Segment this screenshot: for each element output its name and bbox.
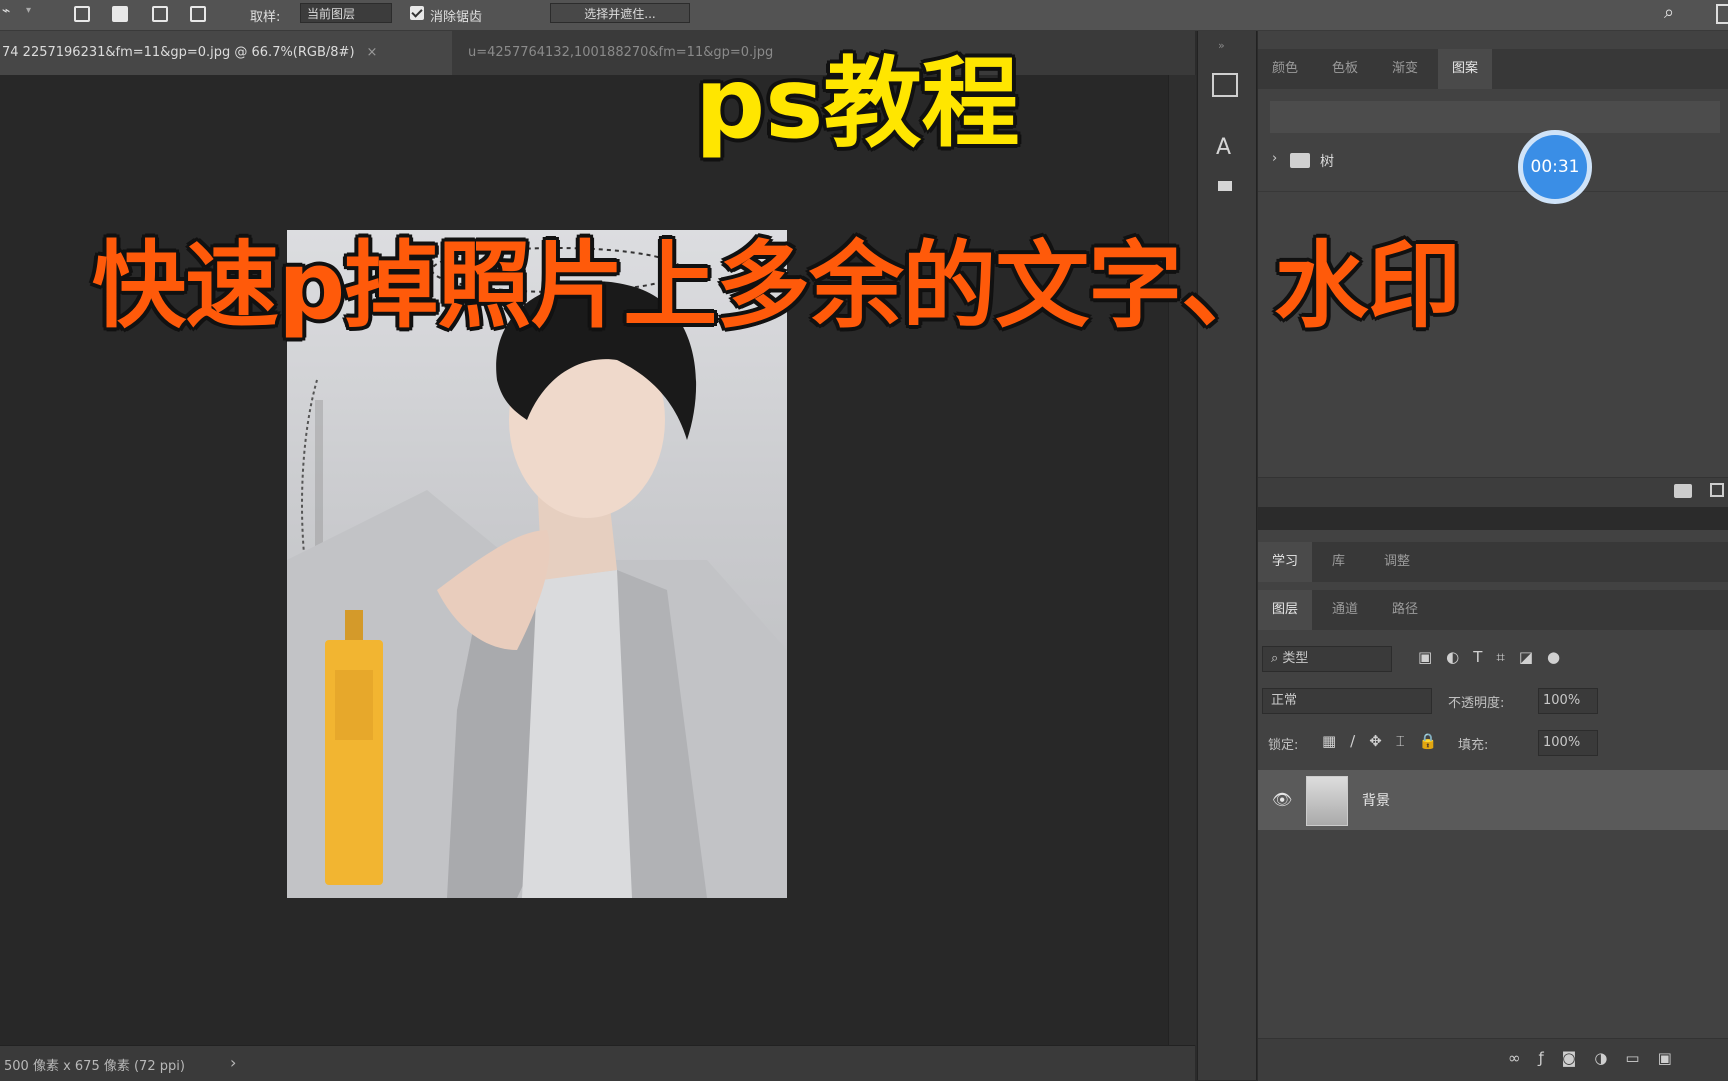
chevron-right-icon[interactable]: › — [1272, 151, 1277, 166]
anti-alias-checkbox[interactable] — [410, 6, 424, 20]
tab-patterns[interactable]: 图案 — [1438, 49, 1493, 89]
status-bar: 500 像素 x 675 像素 (72 ppi) › — [0, 1045, 1195, 1081]
tab-gradients[interactable]: 渐变 — [1378, 49, 1432, 89]
document-info: 500 像素 x 675 像素 (72 ppi) — [4, 1059, 185, 1074]
layers-footer: ∞ƒ◙◑▭▣ — [1258, 1038, 1728, 1081]
layers-tab-row: 图层 通道 路径 — [1258, 590, 1728, 630]
patterns-footer — [1258, 477, 1728, 507]
search-icon: ⌕ — [1271, 651, 1283, 666]
tab-document-active[interactable]: 74 2257196231&fm=11&gp=0.jpg @ 66.7%(RGB… — [0, 31, 452, 75]
tab-layers[interactable]: 图层 — [1258, 590, 1313, 630]
tool-preset-icon[interactable]: ⌁ — [2, 3, 10, 19]
eye-icon[interactable]: 👁 — [1272, 790, 1292, 809]
new-folder-icon[interactable] — [1674, 484, 1692, 498]
new-pattern-icon[interactable] — [1710, 483, 1724, 497]
layer-row-background[interactable]: 👁 背景 — [1258, 770, 1728, 830]
filter-label: 类型 — [1282, 651, 1309, 666]
lock-icons[interactable]: ▦∕✥⌶🔒 — [1322, 732, 1451, 750]
paragraph-icon[interactable] — [1218, 181, 1232, 191]
intersect-selection-icon[interactable] — [190, 6, 206, 22]
search-icon[interactable]: ⌕ — [1664, 2, 1674, 23]
history-icon[interactable] — [1212, 73, 1238, 97]
fill-label: 填充: — [1458, 738, 1489, 753]
tab-color[interactable]: 颜色 — [1258, 49, 1312, 89]
opacity-input[interactable]: 100% — [1538, 688, 1598, 714]
collapse-icon[interactable]: » — [1218, 39, 1225, 52]
character-icon[interactable]: A — [1216, 135, 1231, 160]
layer-name[interactable]: 背景 — [1362, 790, 1390, 810]
tab-learn[interactable]: 学习 — [1258, 542, 1313, 582]
tab-label: 74 2257196231&fm=11&gp=0.jpg @ 66.7%(RGB… — [2, 45, 355, 60]
workspace-icon[interactable] — [1716, 4, 1728, 24]
learn-tab-row: 学习 库 调整 — [1258, 542, 1728, 582]
pattern-group-label[interactable]: 树 — [1320, 151, 1334, 171]
tab-swatches[interactable]: 色板 — [1318, 49, 1372, 89]
select-and-mask-button[interactable]: 选择并遮住... — [550, 3, 690, 23]
new-selection-icon[interactable] — [74, 6, 90, 22]
layers-panel: 学习 库 调整 图层 通道 路径 ⌕ 类型 ▣◐T⌗◪● 正常 不透明度: 10… — [1258, 530, 1728, 1081]
folder-icon — [1290, 153, 1310, 168]
fill-input[interactable]: 100% — [1538, 730, 1598, 756]
overlay-title: ps教程 — [695, 47, 1020, 161]
layer-footer-icons[interactable]: ∞ƒ◙◑▭▣ — [1508, 1049, 1690, 1067]
patterns-tab-row: 颜色 色板 渐变 图案 — [1258, 49, 1728, 89]
chevron-down-icon[interactable]: ▾ — [26, 5, 31, 16]
lock-label: 锁定: — [1268, 738, 1299, 753]
filter-icons[interactable]: ▣◐T⌗◪● — [1418, 648, 1574, 666]
close-icon[interactable]: × — [367, 45, 378, 60]
tab-channels[interactable]: 通道 — [1318, 590, 1372, 630]
status-arrow-icon[interactable]: › — [230, 1053, 236, 1072]
sample-label: 取样: — [250, 10, 281, 25]
layer-filter-select[interactable]: ⌕ 类型 — [1262, 646, 1392, 672]
anti-alias-label: 消除锯齿 — [430, 10, 483, 25]
layer-thumbnail — [1306, 776, 1348, 826]
blend-mode-select[interactable]: 正常 — [1262, 688, 1432, 714]
pattern-search-bar[interactable] — [1270, 101, 1720, 133]
tab-adjustments[interactable]: 调整 — [1370, 542, 1424, 582]
subtract-selection-icon[interactable] — [152, 6, 168, 22]
overlay-subtitle: 快速p掉照片上多余的文字、水印 — [92, 232, 1461, 341]
panel-icons-strip: » A — [1197, 31, 1257, 1080]
sample-select[interactable]: 当前图层 — [300, 3, 392, 23]
opacity-label: 不透明度: — [1448, 696, 1505, 711]
add-selection-icon[interactable] — [112, 6, 128, 22]
timer-badge: 00:31 — [1518, 130, 1592, 204]
tab-libraries[interactable]: 库 — [1318, 542, 1359, 582]
tab-paths[interactable]: 路径 — [1378, 590, 1432, 630]
